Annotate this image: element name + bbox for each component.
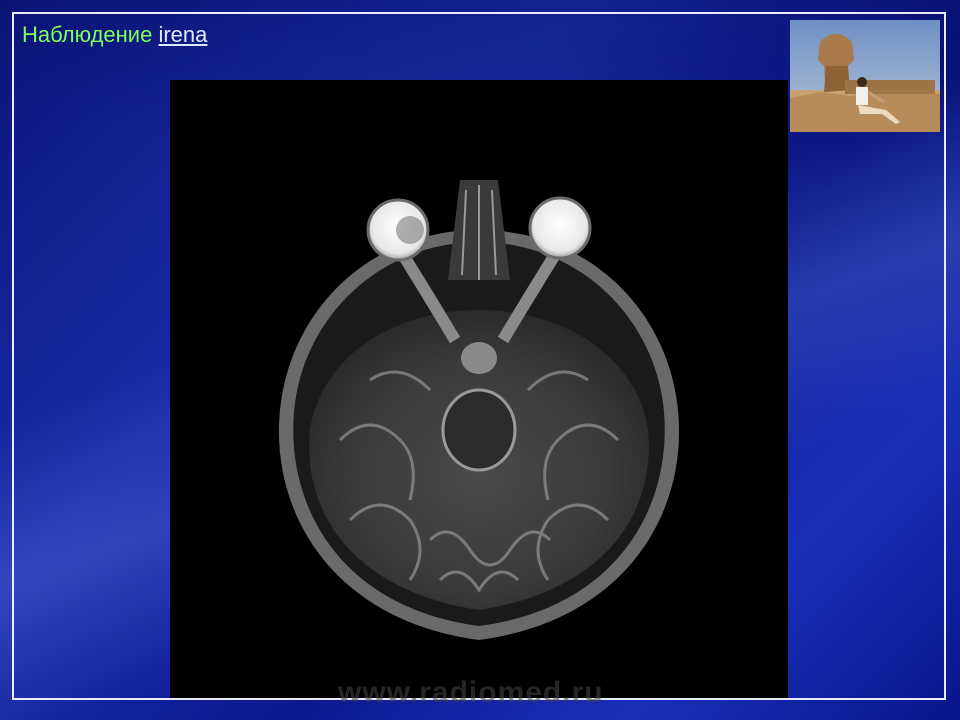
- sphinx-photo: [790, 20, 940, 132]
- slide-title: Наблюдение irena: [22, 22, 207, 48]
- mri-scan-image: [170, 80, 788, 698]
- watermark-text: www.radiomed.ru: [338, 676, 604, 709]
- slide-title-text: Наблюдение: [22, 22, 153, 47]
- slide-title-link[interactable]: irena: [158, 22, 207, 47]
